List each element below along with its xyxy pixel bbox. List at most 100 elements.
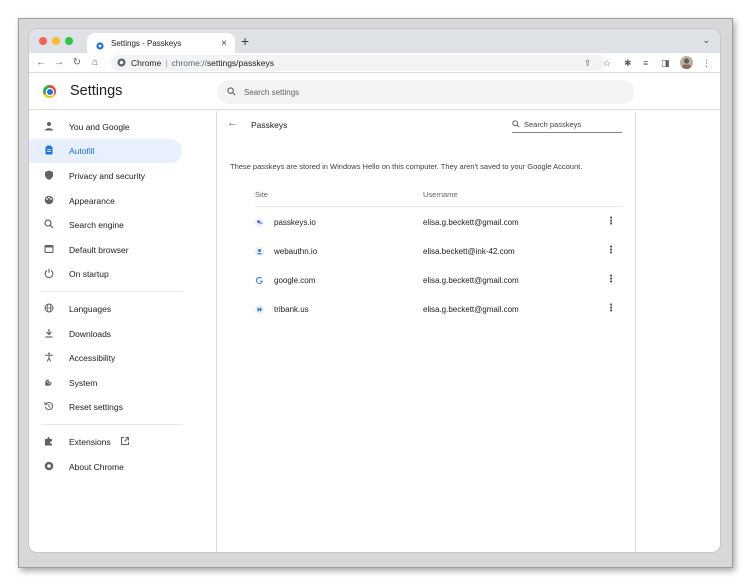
passkeys-search[interactable] (512, 117, 622, 133)
sidebar-item-label: Privacy and security (69, 171, 146, 181)
settings-search[interactable] (217, 80, 634, 104)
sidebar-item-appearance[interactable]: Appearance (29, 189, 182, 213)
url-origin-chip: Chrome (131, 58, 162, 68)
settings-sidebar: You and Google Autofill Privacy and secu… (29, 111, 215, 552)
tab-search-chevron-icon[interactable]: ⌄ (702, 35, 710, 46)
close-window-button[interactable] (39, 37, 47, 45)
sidebar-item-system[interactable]: System (29, 371, 182, 395)
accessibility-icon (29, 352, 69, 365)
url-path: settings/passkeys (206, 58, 274, 68)
side-panel-icon[interactable]: ◨ (661, 57, 670, 69)
table-row: google.com elisa.g.beckett@gmail.com ⋮ (255, 266, 623, 295)
passkeys-description: These passkeys are stored in Windows Hel… (230, 162, 583, 171)
section-title: Passkeys (251, 120, 288, 130)
new-tab-button[interactable]: + (241, 33, 249, 49)
search-icon (29, 218, 69, 232)
site-favicon-icon (255, 305, 264, 314)
palette-icon (29, 195, 69, 208)
username: elisa.g.beckett@gmail.com (423, 276, 519, 285)
site-name: tribank.us (274, 305, 309, 314)
close-tab-button[interactable]: × (217, 38, 231, 49)
minimize-window-button[interactable] (52, 37, 60, 45)
back-arrow-icon[interactable]: ← (35, 56, 47, 70)
gear-icon (95, 38, 105, 50)
site-name: google.com (274, 276, 316, 285)
browser-toolbar: ← → ↻ ⌂ Chrome | chrome:// settings/pass… (29, 53, 720, 73)
reload-icon[interactable]: ↻ (71, 56, 83, 70)
sidebar-item-about-chrome[interactable]: About Chrome (29, 455, 182, 479)
chrome-logo-icon (43, 85, 56, 98)
extensions-puzzle-icon[interactable]: ✱ (624, 57, 632, 69)
menu-kebab-icon[interactable]: ⋮ (702, 57, 711, 69)
username: elisa.g.beckett@gmail.com (423, 305, 519, 314)
table-row: passkeys.io elisa.g.beckett@gmail.com ⋮ (255, 208, 623, 237)
more-actions-kebab-icon[interactable]: ⋮ (605, 215, 617, 229)
sidebar-item-autofill[interactable]: Autofill (29, 139, 182, 163)
url-separator: | (165, 58, 168, 68)
external-link-icon (120, 436, 130, 449)
more-actions-kebab-icon[interactable]: ⋮ (605, 273, 617, 287)
sidebar-item-accessibility[interactable]: Accessibility (29, 346, 182, 370)
sidebar-item-extensions[interactable]: Extensions (29, 430, 182, 454)
sidebar-item-label: You and Google (69, 122, 130, 132)
browser-icon (29, 244, 69, 257)
table-header: Site Username (255, 181, 623, 207)
sidebar-item-label: Accessibility (69, 353, 116, 363)
tab-title: Settings - Passkeys (111, 38, 182, 48)
site-favicon-icon (255, 247, 264, 256)
person-icon (29, 121, 69, 134)
reading-list-icon[interactable]: ≡ (643, 57, 648, 69)
username: elisa.beckett@ink-42.com (423, 247, 515, 256)
chrome-icon (117, 57, 126, 69)
sidebar-item-label: About Chrome (69, 462, 124, 472)
sidebar-item-default-browser[interactable]: Default browser (29, 238, 182, 262)
reset-icon (29, 401, 69, 414)
sidebar-item-label: System (69, 378, 98, 388)
content-right-border (635, 111, 636, 552)
sidebar-item-label: Default browser (69, 245, 129, 255)
tab-settings-passkeys[interactable]: Settings - Passkeys × (87, 33, 235, 53)
sidebar-divider (41, 291, 183, 292)
sidebar-item-label: Downloads (69, 329, 112, 339)
chrome-icon (29, 461, 69, 474)
sidebar-item-label: Extensions (69, 437, 111, 447)
sidebar-item-downloads[interactable]: Downloads (29, 322, 182, 346)
profile-avatar[interactable] (680, 56, 693, 69)
maximize-window-button[interactable] (65, 37, 73, 45)
url-scheme: chrome:// (171, 58, 207, 68)
clipboard-icon (29, 145, 69, 158)
sidebar-item-label: Reset settings (69, 402, 123, 412)
sidebar-item-reset-settings[interactable]: Reset settings (29, 395, 182, 419)
sidebar-item-privacy[interactable]: Privacy and security (29, 164, 182, 188)
sidebar-item-search-engine[interactable]: Search engine (29, 213, 182, 237)
search-icon (227, 86, 236, 98)
settings-search-input[interactable] (244, 87, 604, 97)
sidebar-divider (41, 424, 183, 425)
google-favicon-icon (255, 276, 264, 285)
sidebar-item-on-startup[interactable]: On startup (29, 262, 182, 286)
more-actions-kebab-icon[interactable]: ⋮ (605, 302, 617, 316)
passkeys-search-input[interactable] (524, 120, 614, 129)
forward-arrow-icon[interactable]: → (53, 56, 65, 70)
bookmark-star-icon[interactable]: ☆ (603, 57, 611, 69)
sidebar-item-label: Appearance (69, 196, 115, 206)
sidebar-item-label: Autofill (69, 146, 95, 156)
username: elisa.g.beckett@gmail.com (423, 218, 519, 227)
passkeys-page: ← Passkeys These passkeys are stored in … (217, 111, 634, 552)
sidebar-item-label: On startup (69, 269, 109, 279)
site-name: webauthn.io (274, 247, 318, 256)
globe-icon (29, 303, 69, 316)
share-icon[interactable]: ⇪ (584, 57, 592, 69)
sidebar-item-you-and-google[interactable]: You and Google (29, 115, 182, 139)
more-actions-kebab-icon[interactable]: ⋮ (605, 244, 617, 258)
back-arrow-icon[interactable]: ← (227, 117, 238, 129)
puzzle-icon (29, 436, 69, 449)
wrench-icon (29, 377, 69, 390)
site-favicon-icon (255, 218, 264, 227)
sidebar-item-label: Languages (69, 304, 112, 314)
home-icon[interactable]: ⌂ (89, 56, 101, 70)
power-icon (29, 268, 69, 281)
sidebar-item-languages[interactable]: Languages (29, 297, 182, 321)
address-bar[interactable]: Chrome | chrome:// settings/passkeys (111, 55, 605, 71)
site-name: passkeys.io (274, 218, 316, 227)
